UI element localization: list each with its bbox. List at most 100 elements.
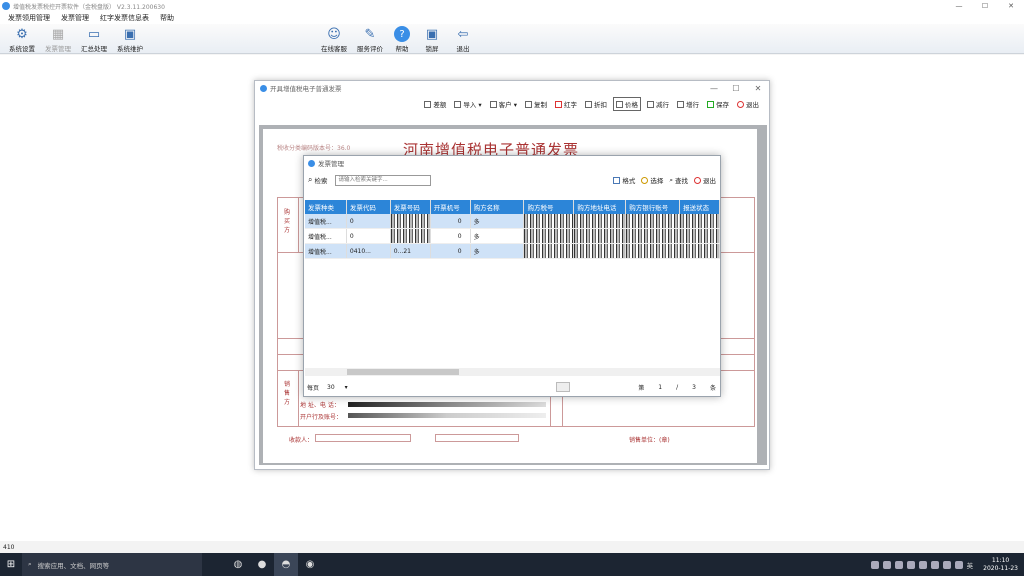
discount-button[interactable]: 折扣: [583, 98, 609, 110]
search-input[interactable]: [335, 174, 432, 186]
tray-icon[interactable]: [918, 560, 927, 569]
tray-icon[interactable]: [906, 560, 915, 569]
col-invoice-number[interactable]: 发票号码: [391, 200, 431, 214]
col-invoice-code[interactable]: 发票代码: [347, 200, 391, 214]
search-icon: ⌕: [28, 560, 32, 568]
online-service-button[interactable]: ☺ 在线客服: [316, 26, 352, 54]
minimize-button[interactable]: —: [703, 84, 725, 93]
find-button[interactable]: ⌕ 查找: [669, 175, 688, 186]
chevron-down-icon[interactable]: ▾: [345, 384, 348, 391]
discount-icon: [585, 100, 592, 108]
wechat-icon[interactable]: ◍: [226, 553, 250, 576]
reviewer-field[interactable]: [435, 434, 519, 442]
col-machine-no[interactable]: 开票机号: [431, 200, 471, 214]
taskbar: ⊞ ⌕ 搜索应用、文档、网页等 ◍ ● ◓ ◉ 英 11:10 2020-11-…: [0, 553, 1024, 576]
menu-red-invoice[interactable]: 红字发票信息表: [100, 13, 149, 23]
import-button[interactable]: 导入 ▾: [452, 98, 483, 110]
red-invoice-button[interactable]: 红字: [553, 98, 579, 110]
tray-icon[interactable]: [942, 560, 951, 569]
app-logo-icon: [260, 84, 267, 92]
invoice-icon: ▦: [51, 26, 65, 42]
invoice-window-title: 开具增值税电子普通发票: [270, 85, 342, 93]
system-maintenance-button[interactable]: ▣ 系统维护: [112, 26, 148, 54]
minimize-button[interactable]: —: [946, 2, 972, 10]
remove-row-button[interactable]: 减行: [645, 98, 671, 110]
maximize-button[interactable]: ☐: [725, 84, 747, 93]
close-button[interactable]: ✕: [747, 84, 769, 93]
tray-icon[interactable]: [894, 560, 903, 569]
close-button[interactable]: ✕: [998, 2, 1024, 10]
ime-indicator[interactable]: 英: [967, 560, 974, 570]
table-header: 发票种类 发票代码 发票号码 开票机号 购方名称 购方税号 购方地址电话 购方银…: [305, 200, 720, 214]
format-button[interactable]: 格式: [613, 175, 635, 185]
format-icon: [613, 176, 621, 184]
menu-invoice-supply[interactable]: 发票领用管理: [8, 13, 50, 23]
tray-icon[interactable]: [870, 560, 879, 569]
system-settings-button[interactable]: ⚙ 系统设置: [4, 26, 40, 54]
tax-app-icon[interactable]: ◓: [274, 553, 298, 576]
import-icon: [454, 100, 462, 108]
invoice-exit-button[interactable]: 退出: [735, 98, 761, 110]
col-submit-status[interactable]: 报送状态: [680, 200, 720, 214]
page-label: 第: [638, 384, 645, 392]
maintenance-icon: ▣: [123, 26, 137, 42]
seller-bank-label: 开户行及账号：: [300, 414, 343, 421]
copy-button[interactable]: 复制: [523, 98, 549, 110]
maximize-button[interactable]: ☐: [972, 2, 998, 10]
table-row[interactable]: 增值税... 0410... 0...21 0 多: [305, 244, 720, 259]
camera-app-icon[interactable]: ◉: [298, 553, 322, 576]
summary-button[interactable]: ▭ 汇总处理: [76, 26, 112, 54]
seal-label: 销售单位：(章): [629, 437, 670, 444]
save-icon: [707, 100, 714, 108]
add-row-button[interactable]: 增行: [675, 98, 701, 110]
dialog-exit-button[interactable]: 退出: [694, 175, 716, 185]
seller-side-label: 销售方: [284, 381, 291, 406]
user-avatar-icon[interactable]: ●: [250, 553, 274, 576]
customer-button[interactable]: 客户 ▾: [488, 98, 519, 110]
pager: 每页 30 ▾ 第 1 / 3 条: [307, 382, 716, 392]
horizontal-scrollbar[interactable]: [305, 368, 720, 376]
customer-icon: [489, 100, 497, 108]
table-row[interactable]: 增值税... 0 0 多: [305, 229, 720, 244]
difference-icon: [424, 100, 432, 108]
col-buyer-name[interactable]: 购方名称: [471, 200, 525, 214]
price-icon: [616, 100, 623, 108]
help-icon: ?: [394, 26, 410, 42]
save-button[interactable]: 保存: [705, 98, 731, 110]
invoice-management-button[interactable]: ▦ 发票管理: [40, 26, 76, 54]
service-review-button[interactable]: ✎ 服务评价: [352, 26, 388, 54]
col-buyer-address[interactable]: 购方地址电话: [574, 200, 627, 214]
select-button[interactable]: 选择: [641, 175, 663, 185]
col-invoice-type[interactable]: 发票种类: [305, 200, 347, 214]
exit-button[interactable]: ⇦ 退出: [445, 26, 481, 54]
difference-button[interactable]: 差额: [422, 98, 448, 110]
per-page-label: 每页: [307, 384, 320, 392]
col-buyer-tax-id[interactable]: 购方税号: [524, 200, 575, 214]
system-tray: 英 11:10 2020-11-23: [870, 557, 1024, 573]
table-row[interactable]: 增值税... 0 0 多: [305, 214, 720, 229]
app-logo-icon: [308, 159, 315, 167]
invoice-toolbar: 差额 导入 ▾ 客户 ▾ 复制 红字 折扣 价格 减行 增行 保存 退出: [255, 95, 769, 113]
next-page-button[interactable]: [556, 382, 571, 392]
seller-address-value: [348, 402, 546, 407]
menu-invoice-management[interactable]: 发票管理: [61, 13, 89, 23]
windows-start-icon[interactable]: ⊞: [0, 559, 22, 570]
clock[interactable]: 11:10 2020-11-23: [983, 557, 1018, 573]
search-icon: ⌕: [308, 175, 313, 184]
clock-date: 2020-11-23: [983, 564, 1018, 572]
menu-help[interactable]: 帮助: [160, 13, 174, 23]
taskbar-search[interactable]: ⌕ 搜索应用、文档、网页等: [22, 553, 202, 576]
tray-icon[interactable]: [882, 560, 891, 569]
find-icon: ⌕: [669, 175, 673, 184]
tray-icon[interactable]: [930, 560, 939, 569]
add-row-icon: [677, 100, 684, 108]
payee-field[interactable]: [315, 434, 411, 442]
price-button[interactable]: 价格: [613, 97, 641, 111]
tray-icon[interactable]: [954, 560, 963, 569]
invoice-table: 发票种类 发票代码 发票号码 开票机号 购方名称 购方税号 购方地址电话 购方银…: [305, 200, 720, 376]
scrollbar-thumb[interactable]: [347, 369, 459, 375]
per-page-select[interactable]: 30: [327, 384, 335, 391]
col-buyer-bank[interactable]: 购方银行账号: [626, 200, 681, 214]
agent-icon: ☺: [327, 26, 341, 42]
buyer-side-label: 购买方: [284, 209, 291, 234]
